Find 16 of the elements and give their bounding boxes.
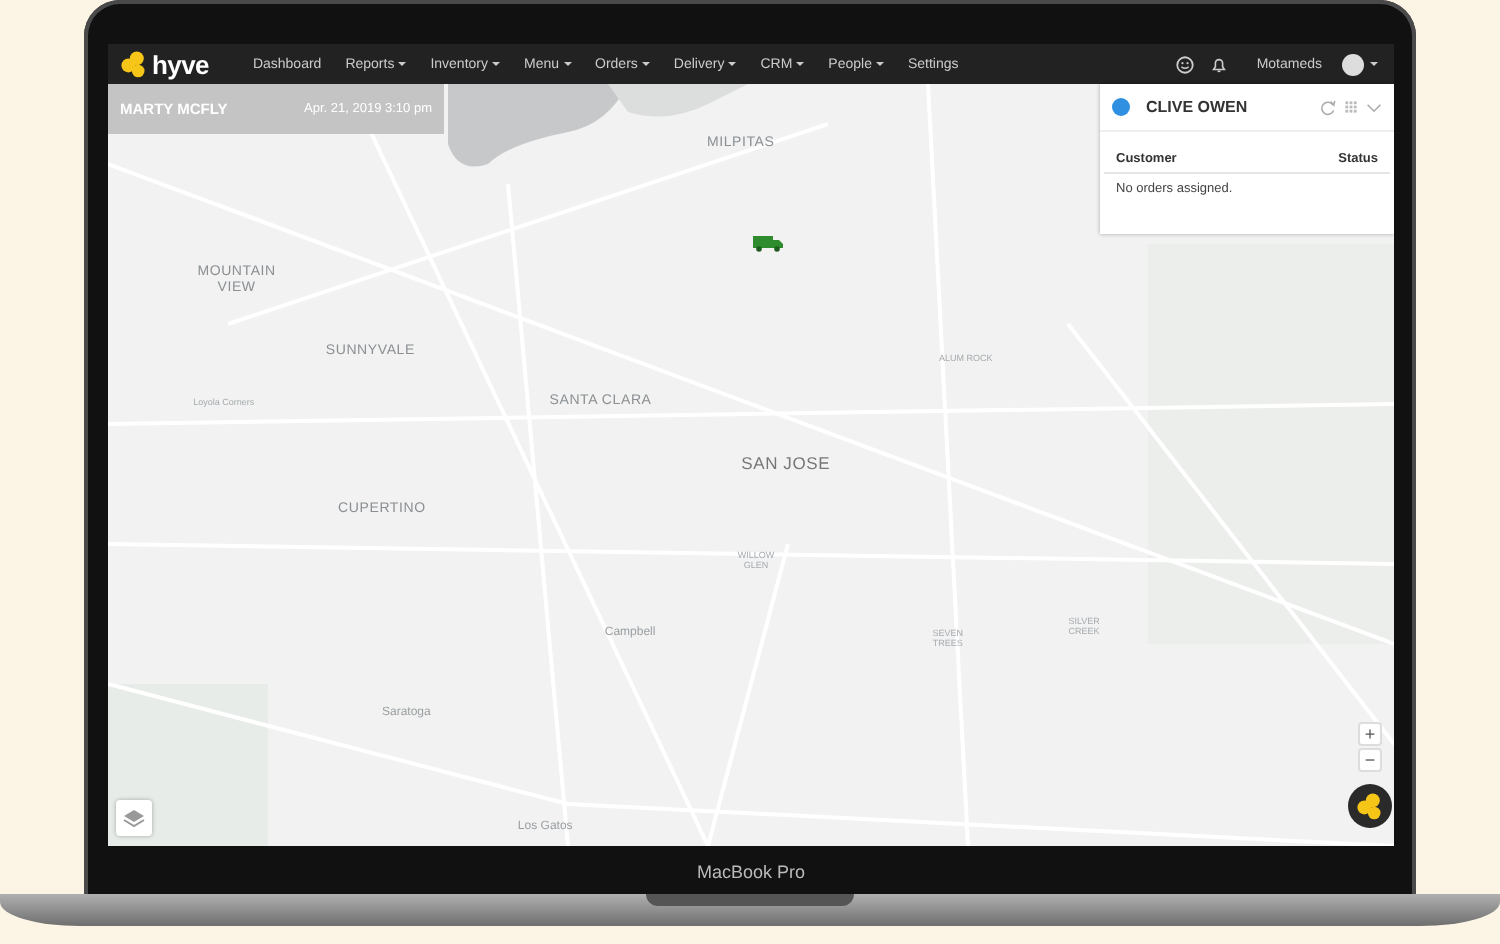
logo-text: hyve (152, 49, 209, 79)
zoom-button[interactable]: + (1358, 722, 1382, 746)
honeycomb-icon (120, 50, 148, 78)
map-place-label: SAN JOSE (741, 454, 831, 474)
zoom-button[interactable]: − (1358, 748, 1382, 772)
avatar-menu[interactable] (1342, 53, 1378, 75)
smiley-icon[interactable] (1176, 55, 1195, 73)
model-label: MacBook Pro (696, 862, 806, 882)
truck-icon[interactable] (750, 231, 785, 252)
honeycomb-icon (1356, 792, 1384, 820)
layers-icon (122, 806, 146, 830)
layers-button[interactable] (116, 800, 152, 836)
driver-name: CLIVE OWEN (1146, 98, 1250, 116)
hyve-button[interactable] (1348, 784, 1392, 828)
status-dot (1112, 98, 1130, 116)
bell-icon[interactable] (1210, 55, 1229, 73)
